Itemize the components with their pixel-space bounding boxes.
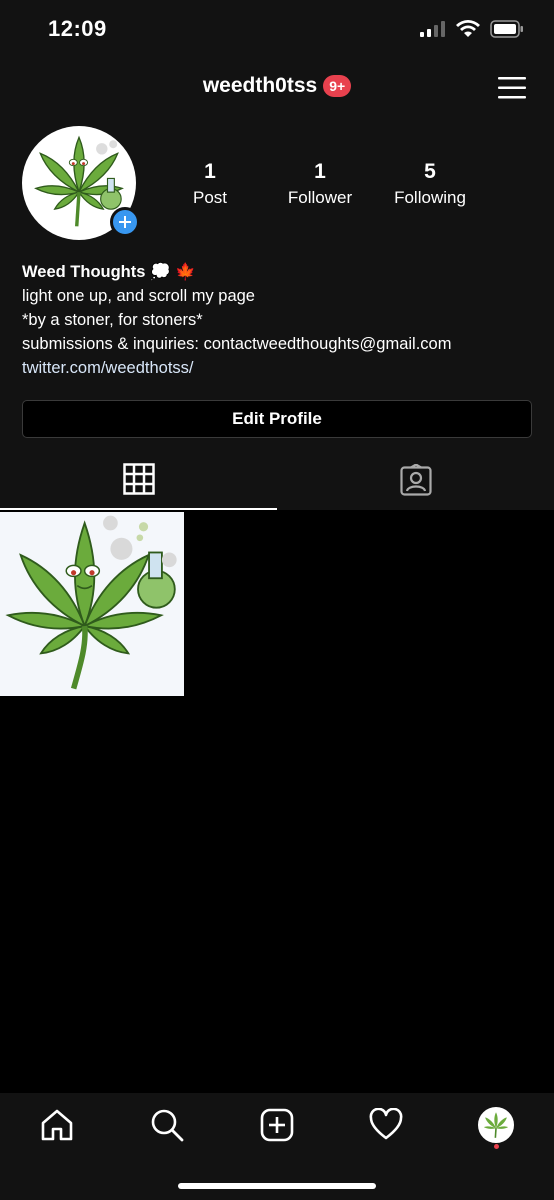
stat-number: 1 [314, 160, 326, 183]
stat-number: 1 [204, 160, 216, 183]
home-indicator[interactable] [178, 1183, 376, 1189]
nav-profile[interactable] [476, 1105, 516, 1145]
nav-search[interactable] [147, 1105, 187, 1145]
grid-icon [122, 463, 155, 495]
bio-line: submissions & inquiries: contactweedthou… [22, 335, 452, 353]
post-thumbnail[interactable] [0, 512, 184, 696]
status-icons [420, 20, 524, 38]
stat-label: Post [192, 188, 228, 207]
profile-avatar [478, 1107, 514, 1143]
username-switcher[interactable]: weedth0tss 9+ [0, 74, 554, 98]
plus-icon [119, 216, 131, 228]
nav-home[interactable] [37, 1105, 77, 1145]
notification-badge: 9+ [323, 75, 352, 97]
profile-tabs [0, 450, 554, 510]
edit-profile-button[interactable]: Edit Profile [22, 400, 532, 438]
menu-icon[interactable] [498, 76, 526, 100]
profile-header: weedth0tss 9+ [0, 60, 554, 120]
display-name: Weed Thoughts 💭 🍁 [22, 263, 196, 281]
home-icon [41, 1109, 73, 1141]
search-icon [151, 1109, 184, 1142]
posts-count[interactable]: 1 Post [160, 160, 260, 208]
stat-number: 5 [424, 160, 436, 183]
tagged-icon [399, 464, 432, 496]
battery-icon [490, 20, 523, 38]
nav-activity[interactable] [366, 1105, 406, 1145]
notification-dot [494, 1144, 499, 1149]
stat-label: Following [394, 188, 466, 207]
bio-line: light one up, and scroll my page [22, 287, 255, 305]
bio-line: *by a stoner, for stoners* [22, 311, 203, 329]
add-post-icon [260, 1108, 294, 1142]
cannabis-leaf-icon [483, 1112, 509, 1138]
username[interactable]: weedth0tss [203, 74, 317, 97]
following-count[interactable]: 5 Following [380, 160, 480, 208]
cannabis-leaf-icon [5, 515, 177, 690]
bio-link[interactable]: twitter.com/weedthotss/ [22, 356, 542, 380]
heart-icon [369, 1108, 403, 1140]
nav-add-post[interactable] [257, 1105, 297, 1145]
profile-stats: 1 Post 1 Follower 5 Following [160, 160, 480, 208]
status-time: 12:09 [48, 16, 107, 41]
signal-icon [420, 21, 445, 37]
add-story-button[interactable] [110, 207, 140, 237]
profile-bio: Weed Thoughts 💭 🍁 light one up, and scro… [22, 260, 542, 380]
status-bar: 12:09 [0, 0, 554, 60]
profile-section: 1 Post 1 Follower 5 Following Weed Thoug… [0, 120, 554, 510]
tab-tagged[interactable] [277, 450, 554, 510]
stat-label: Follower [287, 188, 353, 207]
tab-posts-grid[interactable] [0, 450, 277, 510]
followers-count[interactable]: 1 Follower [270, 160, 370, 208]
wifi-icon [456, 20, 480, 37]
